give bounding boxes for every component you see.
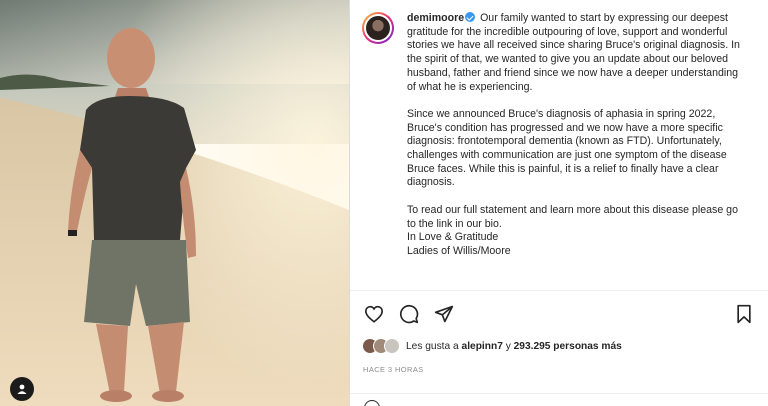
post-timestamp[interactable]: HACE 3 HORAS — [363, 365, 424, 374]
avatar — [384, 338, 400, 354]
action-bar — [362, 302, 756, 326]
heart-icon[interactable] — [362, 302, 386, 326]
post-caption: demimoore Our family wanted to start by … — [407, 12, 747, 290]
section-divider — [350, 290, 768, 291]
comment-icon[interactable] — [397, 302, 421, 326]
person-tag-icon[interactable] — [10, 377, 34, 401]
liker-avatars — [362, 338, 400, 354]
beach-photo — [0, 0, 349, 406]
verified-badge-icon — [465, 12, 476, 22]
author-username[interactable]: demimoore — [407, 12, 464, 24]
send-icon[interactable] — [432, 302, 456, 326]
caption-signoff: In Love & Gratitude — [407, 231, 499, 244]
comment-bar — [350, 393, 768, 406]
likes-summary: Les gusta a alepinn7 y 293.295 personas … — [362, 338, 622, 354]
likes-joiner: y — [505, 340, 511, 352]
instagram-post: demimoore Our family wanted to start by … — [0, 0, 768, 406]
likes-prefix: Les gusta a — [406, 340, 459, 352]
post-details-panel: demimoore Our family wanted to start by … — [350, 0, 768, 406]
likes-count[interactable]: 293.295 personas más — [514, 341, 622, 352]
caption-paragraph-2: Since we announced Bruce's diagnosis of … — [407, 107, 727, 189]
author-avatar[interactable] — [362, 12, 394, 44]
emoji-icon[interactable] — [364, 400, 380, 406]
bookmark-icon[interactable] — [732, 302, 756, 326]
caption-section: demimoore Our family wanted to start by … — [350, 0, 768, 290]
caption-paragraph-3: To read our full statement and learn mor… — [407, 203, 738, 230]
post-image[interactable] — [0, 0, 349, 406]
caption-signature: Ladies of Willis/Moore — [407, 244, 511, 257]
caption-paragraph-1: Our family wanted to start by expressing… — [407, 12, 740, 93]
liker-username[interactable]: alepinn7 — [462, 341, 503, 352]
